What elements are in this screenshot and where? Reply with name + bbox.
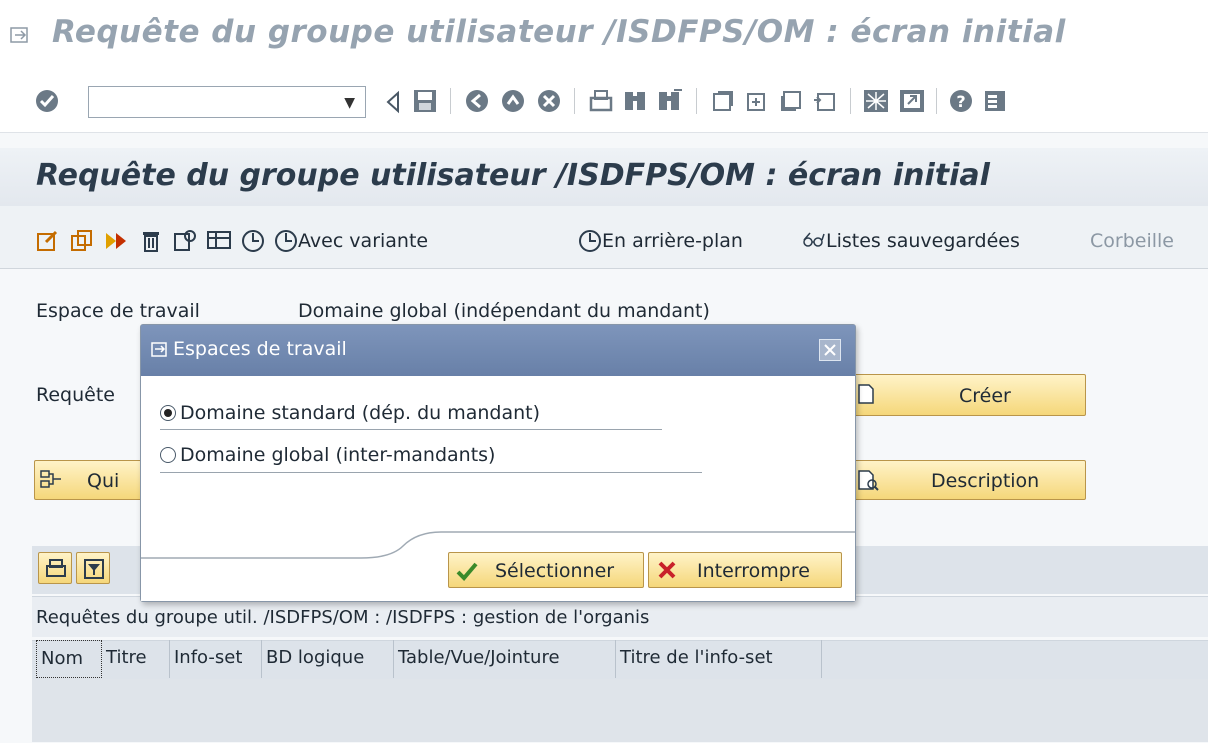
back-green-icon[interactable] xyxy=(464,88,490,114)
back-arrow-icon[interactable] xyxy=(384,90,402,114)
radio-standard[interactable] xyxy=(160,405,176,421)
workspace-value: Domaine global (indépendant du mandant) xyxy=(298,300,710,322)
first-page-icon[interactable] xyxy=(710,88,736,114)
glasses-icon xyxy=(803,232,825,247)
execute-with-variant-label: Avec variante xyxy=(298,230,429,252)
find-next-icon[interactable] xyxy=(656,88,684,114)
create-button[interactable]: Créer xyxy=(846,374,1086,416)
layout-menu-icon[interactable] xyxy=(982,88,1008,114)
option-divider xyxy=(160,472,702,473)
prev-page-icon[interactable] xyxy=(744,88,770,114)
filter-icon xyxy=(84,559,104,579)
select-button[interactable]: Sélectionner xyxy=(448,552,644,588)
dialog-close-button[interactable] xyxy=(819,339,841,361)
description-icon xyxy=(858,470,879,491)
query-list-title: Requêtes du groupe util. /ISDFPS/OM : /I… xyxy=(36,607,650,628)
column-header-titre[interactable]: Titre xyxy=(102,640,170,678)
window-menu-icon[interactable] xyxy=(10,26,30,44)
exit-icon[interactable] xyxy=(500,88,526,114)
column-header-bd-logique[interactable]: BD logique xyxy=(262,640,394,678)
execute-icon[interactable] xyxy=(240,228,266,254)
delete-icon[interactable] xyxy=(140,228,162,254)
query-label: Requête xyxy=(36,384,115,406)
execute-variant-icon xyxy=(275,230,297,252)
new-document-icon xyxy=(858,384,874,404)
window-menu-icon[interactable] xyxy=(151,341,169,359)
chevron-down-icon[interactable]: ▼ xyxy=(344,95,355,111)
screen-title: Requête du groupe utilisateur /ISDFPS/OM… xyxy=(36,158,990,193)
cancel-icon[interactable] xyxy=(536,88,562,114)
query-list-body[interactable] xyxy=(32,679,1208,742)
radio-standard-label: Domaine standard (dép. du mandant) xyxy=(180,402,541,424)
dialog-title-bar: Espaces de travail xyxy=(141,325,855,376)
saved-lists-button[interactable]: Listes sauvegardées xyxy=(800,226,1070,256)
copy-icon[interactable] xyxy=(70,228,94,254)
background-button[interactable]: En arrière-plan xyxy=(574,226,784,256)
close-icon xyxy=(824,344,836,356)
window-title: Requête du groupe utilisateur /ISDFPS/OM… xyxy=(52,14,1066,50)
dialog-title: Espaces de travail xyxy=(173,338,347,360)
quick-viewer-button[interactable]: Qui xyxy=(34,460,144,500)
option-divider xyxy=(160,429,662,430)
rename-icon[interactable] xyxy=(104,228,130,254)
select-button-label: Sélectionner xyxy=(495,560,615,582)
help-icon[interactable]: ? xyxy=(948,88,974,114)
radio-global-label: Domaine global (inter-mandants) xyxy=(180,444,496,466)
workspace-label: Espace de travail xyxy=(36,300,200,322)
change-icon[interactable] xyxy=(36,228,60,254)
print-list-button[interactable] xyxy=(38,552,72,584)
screen-title-bar: Requête du groupe utilisateur /ISDFPS/OM… xyxy=(0,148,1208,206)
column-header-table-vue-jointure[interactable]: Table/Vue/Jointure xyxy=(394,640,616,678)
radio-global[interactable] xyxy=(160,447,176,463)
description-button-label: Description xyxy=(931,470,1040,492)
find-icon[interactable] xyxy=(622,88,648,114)
command-field[interactable]: ▼ xyxy=(88,86,366,118)
column-header-nom[interactable]: Nom xyxy=(36,640,102,678)
query-list-title-bar: Requêtes du groupe util. /ISDFPS/OM : /I… xyxy=(32,596,1208,637)
infoset-icon xyxy=(40,470,61,488)
cancel-button-label: Interrompre xyxy=(697,560,810,582)
radio-option-standard[interactable]: Domaine standard (dép. du mandant) xyxy=(160,400,670,430)
column-header-info-set[interactable]: Info-set xyxy=(170,640,262,678)
checkmark-icon xyxy=(456,562,478,581)
shortcut-icon[interactable] xyxy=(898,88,926,114)
next-page-icon[interactable] xyxy=(778,88,804,114)
print-icon xyxy=(46,559,66,577)
enter-icon[interactable] xyxy=(34,88,60,114)
cancel-button[interactable]: Interrompre xyxy=(648,552,842,588)
column-header-titre-info-set[interactable]: Titre de l'info-set xyxy=(616,640,822,678)
create-button-label: Créer xyxy=(959,385,1011,407)
display-list-icon[interactable] xyxy=(206,228,232,254)
execute-with-variant-button[interactable]: Avec variante xyxy=(270,226,550,256)
background-execute-icon xyxy=(579,230,601,252)
svg-text:?: ? xyxy=(956,92,965,111)
transport-icon[interactable] xyxy=(172,228,198,254)
print-icon[interactable] xyxy=(588,88,614,114)
close-icon xyxy=(658,561,676,579)
radio-option-global[interactable]: Domaine global (inter-mandants) xyxy=(160,442,700,472)
saved-lists-label: Listes sauvegardées xyxy=(826,230,1020,252)
recycle-bin-button[interactable]: Corbeille xyxy=(1090,230,1174,252)
new-session-icon[interactable] xyxy=(862,88,890,114)
filter-list-button[interactable] xyxy=(76,552,110,584)
description-button[interactable]: Description xyxy=(846,460,1086,500)
save-icon[interactable] xyxy=(412,88,438,114)
command-input[interactable] xyxy=(93,91,327,115)
last-page-icon[interactable] xyxy=(812,88,838,114)
quick-viewer-label: Qui xyxy=(87,470,120,492)
background-label: En arrière-plan xyxy=(602,230,743,252)
window-title-bar: Requête du groupe utilisateur /ISDFPS/OM… xyxy=(0,0,1208,74)
